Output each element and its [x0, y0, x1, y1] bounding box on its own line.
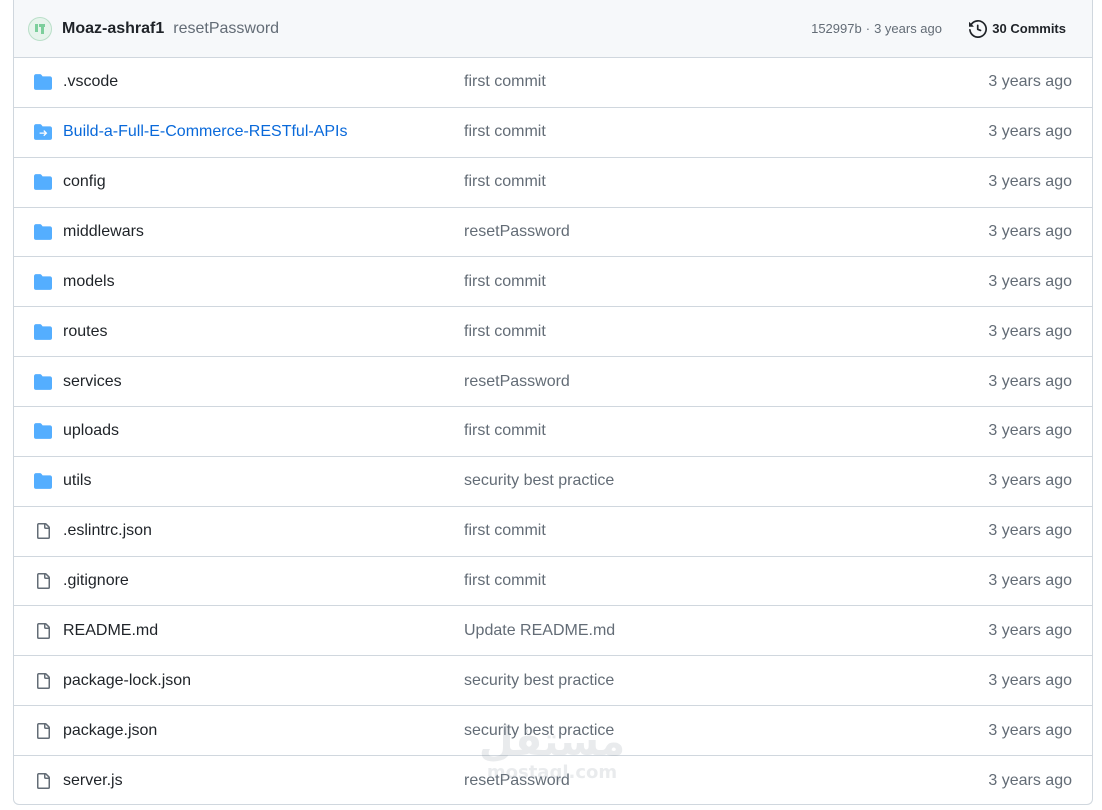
commit-message-link[interactable]: first commit	[464, 273, 546, 291]
meta-separator: ·	[865, 21, 871, 36]
history-icon	[969, 19, 988, 38]
file-name-link[interactable]: uploads	[63, 422, 119, 440]
commit-message-link[interactable]: first commit	[464, 522, 546, 540]
folder-icon	[33, 72, 53, 92]
file-name-link[interactable]: .eslintrc.json	[63, 522, 152, 540]
file-row[interactable]: Build-a-Full-E-Commerce-RESTful-APIs firs…	[14, 108, 1092, 158]
commit-age: 3 years ago	[988, 771, 1072, 789]
file-browser: Moaz-ashraf1 resetPassword 152997b · 3 y…	[13, 0, 1093, 805]
folder-icon	[33, 421, 53, 441]
file-name-link[interactable]: .vscode	[63, 73, 118, 91]
commit-age: 3 years ago	[988, 173, 1072, 191]
commit-age: 3 years ago	[988, 123, 1072, 141]
file-name-link[interactable]: models	[63, 273, 115, 291]
commits-button[interactable]: 30 Commits	[969, 19, 1066, 38]
folder-icon	[33, 172, 53, 192]
file-row[interactable]: routes first commit 3 years ago	[14, 307, 1092, 358]
folder-icon	[33, 322, 53, 342]
commit-age: 3 years ago	[988, 522, 1072, 540]
file-name-link[interactable]: middlewars	[63, 223, 144, 241]
file-row[interactable]: .vscode first commit 3 years ago	[14, 58, 1092, 108]
commit-age: 3 years ago	[874, 21, 942, 36]
file-list: .vscode first commit 3 years ago Build-a-Fu…	[14, 58, 1092, 804]
commit-message-link[interactable]: first commit	[464, 123, 546, 141]
commit-message-link[interactable]: first commit	[464, 73, 546, 91]
file-row[interactable]: package-lock.json security best practice 3…	[14, 656, 1092, 707]
commit-age: 3 years ago	[988, 422, 1072, 440]
file-row[interactable]: middlewars resetPassword 3 years ago	[14, 208, 1092, 258]
commit-author[interactable]: Moaz-ashraf1	[62, 20, 164, 38]
file-row[interactable]: models first commit 3 years ago	[14, 257, 1092, 308]
commit-message-link[interactable]: security best practice	[464, 472, 614, 490]
avatar-icon	[35, 23, 45, 34]
folder-icon	[33, 471, 53, 491]
file-name-link[interactable]: Build-a-Full-E-Commerce-RESTful-APIs	[63, 123, 348, 141]
file-row[interactable]: .eslintrc.json first commit 3 years ago	[14, 507, 1092, 557]
file-row[interactable]: .gitignore first commit 3 years ago	[14, 557, 1092, 607]
file-name-link[interactable]: package-lock.json	[63, 672, 191, 690]
file-name-link[interactable]: README.md	[63, 622, 158, 640]
commit-message-link[interactable]: first commit	[464, 572, 546, 590]
commit-age: 3 years ago	[988, 572, 1072, 590]
commit-message-link[interactable]: Update README.md	[464, 622, 615, 640]
file-row[interactable]: config first commit 3 years ago	[14, 158, 1092, 208]
folder-icon	[33, 222, 53, 242]
file-row[interactable]: uploads first commit 3 years ago	[14, 407, 1092, 457]
file-icon	[33, 521, 53, 541]
file-row[interactable]: server.js resetPassword 3 years ago	[14, 756, 1092, 804]
submodule-folder-icon	[33, 122, 53, 142]
commit-message[interactable]: resetPassword	[173, 20, 279, 38]
commit-age: 3 years ago	[988, 223, 1072, 240]
file-row[interactable]: services resetPassword 3 years ago	[14, 357, 1092, 408]
commit-age: 3 years ago	[988, 671, 1072, 689]
commit-age: 3 years ago	[988, 322, 1072, 340]
commit-message-link[interactable]: first commit	[464, 422, 546, 440]
file-icon	[33, 721, 53, 741]
commits-count-label: 30 Commits	[992, 21, 1066, 36]
commit-message-link[interactable]: security best practice	[464, 672, 614, 690]
file-name-link[interactable]: server.js	[63, 772, 123, 790]
file-name-link[interactable]: .gitignore	[63, 572, 129, 590]
commit-meta: 152997b · 3 years ago	[811, 21, 942, 36]
file-icon	[33, 771, 53, 791]
file-row[interactable]: README.md Update README.md 3 years ago	[14, 606, 1092, 657]
commit-message-link[interactable]: resetPassword	[464, 772, 570, 790]
file-name-link[interactable]: config	[63, 173, 106, 191]
file-row[interactable]: utils security best practice 3 years ago	[14, 457, 1092, 507]
commit-message-link[interactable]: security best practice	[464, 722, 614, 740]
commit-message-link[interactable]: resetPassword	[464, 373, 570, 391]
file-name-link[interactable]: utils	[63, 472, 91, 490]
commit-age: 3 years ago	[988, 372, 1072, 390]
commit-age: 3 years ago	[988, 73, 1072, 91]
latest-commit-bar: Moaz-ashraf1 resetPassword 152997b · 3 y…	[14, 0, 1092, 58]
folder-icon	[33, 272, 53, 292]
file-name-link[interactable]: package.json	[63, 722, 157, 740]
commit-age: 3 years ago	[988, 721, 1072, 739]
commit-message-link[interactable]: first commit	[464, 323, 546, 341]
commit-age: 3 years ago	[988, 472, 1072, 490]
commit-message-link[interactable]: first commit	[464, 173, 546, 191]
commit-hash[interactable]: 152997b	[811, 21, 862, 36]
file-name-link[interactable]: services	[63, 373, 122, 391]
commit-age: 3 years ago	[988, 272, 1072, 290]
file-row[interactable]: package.json security best practice 3 year…	[14, 706, 1092, 757]
file-icon	[33, 671, 53, 691]
file-icon	[33, 621, 53, 641]
commit-age: 3 years ago	[988, 621, 1072, 639]
avatar[interactable]	[28, 16, 52, 41]
file-icon	[33, 571, 53, 591]
folder-icon	[33, 372, 53, 392]
commit-message-link[interactable]: resetPassword	[464, 223, 570, 241]
file-name-link[interactable]: routes	[63, 323, 107, 341]
